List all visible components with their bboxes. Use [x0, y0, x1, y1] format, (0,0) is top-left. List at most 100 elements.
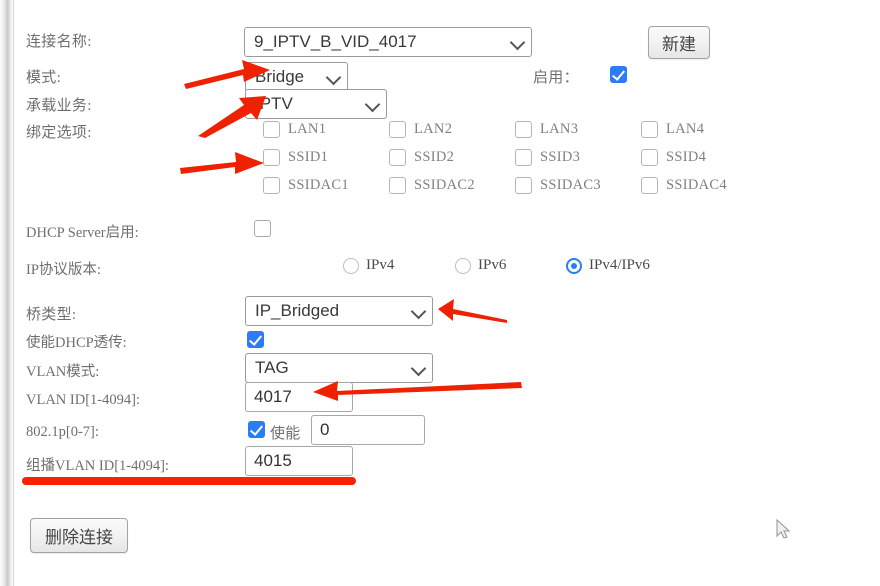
binding-option-lan1[interactable]: LAN1 [263, 121, 389, 138]
lan2-checkbox[interactable] [389, 121, 406, 138]
binding-option-ssid2[interactable]: SSID2 [389, 149, 515, 166]
pointer-arrow-cursor [776, 519, 791, 539]
connection-config-form: 连接名称: 9_IPTV_B_VID_4017 新建 模式: Bridge 启用… [0, 0, 880, 586]
mode-value: Bridge [255, 67, 305, 86]
binding-option-ssidac3[interactable]: SSIDAC3 [515, 177, 641, 194]
dot1p-label: 802.1p[0-7]: [26, 423, 99, 440]
new-connection-button[interactable]: 新建 [648, 26, 710, 59]
ssidac2-checkbox[interactable] [389, 177, 406, 194]
vlan-mode-row: VLAN模式: [26, 358, 99, 382]
chevron-down-icon [412, 361, 426, 375]
ssid4-checkbox[interactable] [641, 149, 658, 166]
dot1p-enable-checkbox[interactable] [248, 421, 265, 438]
dhcp-server-label: DHCP Server启用: [26, 224, 139, 241]
binding-option-label: SSID4 [666, 149, 707, 165]
binding-option-ssid1[interactable]: SSID1 [263, 149, 389, 166]
binding-option-ssid4[interactable]: SSID4 [641, 149, 767, 166]
binding-option-label: SSID2 [414, 149, 455, 165]
mode-select[interactable]: Bridge [245, 62, 348, 92]
ssid2-checkbox[interactable] [389, 149, 406, 166]
ip-version-option-ipv4-ipv6[interactable]: IPv4/IPv6 [566, 257, 650, 274]
ipv4-ipv6-radio[interactable] [566, 257, 582, 274]
dot1p-enable-label-wrap: 使能 [270, 420, 301, 444]
ssid3-checkbox[interactable] [515, 149, 532, 166]
bridge-type-value: IP_Bridged [255, 301, 340, 320]
service-select[interactable]: IPTV [245, 89, 387, 119]
dhcp-server-checkbox[interactable] [254, 220, 271, 237]
annotation-underline-multicast-vlan [22, 477, 356, 485]
ip-version-row: IP协议版本: [26, 256, 101, 280]
ssidac3-checkbox[interactable] [515, 177, 532, 194]
binding-option-label: SSIDAC2 [414, 177, 475, 193]
binding-option-lan3[interactable]: LAN3 [515, 121, 641, 138]
binding-options-row: 绑定选项: [26, 118, 92, 144]
mode-row: 模式: [26, 63, 61, 89]
binding-options-grid: LAN1 LAN2 LAN3 LAN4 SSID1 SSID2 SSID3 SS… [263, 121, 863, 194]
vlan-mode-value: TAG [255, 358, 289, 377]
binding-option-label: SSID3 [540, 149, 581, 165]
binding-options-label: 绑定选项: [26, 124, 92, 141]
ip-version-option-label: IPv6 [478, 257, 507, 273]
lan4-checkbox[interactable] [641, 121, 658, 138]
binding-option-label: LAN2 [414, 121, 453, 137]
ipv6-radio[interactable] [455, 257, 471, 274]
binding-option-ssid3[interactable]: SSID3 [515, 149, 641, 166]
binding-option-label: SSIDAC3 [540, 177, 601, 193]
binding-option-ssidac2[interactable]: SSIDAC2 [389, 177, 515, 194]
lan1-checkbox[interactable] [263, 121, 280, 138]
vlan-mode-label: VLAN模式: [26, 363, 100, 380]
dhcp-server-row: DHCP Server启用: [26, 219, 139, 243]
binding-option-label: SSID1 [288, 149, 329, 165]
lan3-checkbox[interactable] [515, 121, 532, 138]
bridge-type-select[interactable]: IP_Bridged [245, 296, 433, 326]
dhcp-transparent-checkbox[interactable] [247, 331, 264, 348]
delete-connection-button[interactable]: 删除连接 [30, 518, 128, 553]
dhcp-transparent-label: 使能DHCP透传: [26, 334, 127, 351]
binding-option-lan2[interactable]: LAN2 [389, 121, 515, 138]
dot1p-enable-label: 使能 [270, 425, 301, 442]
ssidac1-checkbox[interactable] [263, 177, 280, 194]
chevron-down-icon [511, 35, 525, 49]
vlan-mode-select[interactable]: TAG [245, 353, 433, 383]
multicast-vlan-id-label: 组播VLAN ID[1-4094]: [26, 457, 169, 474]
binding-option-label: SSIDAC1 [288, 177, 349, 193]
dhcp-transparent-row: 使能DHCP透传: [26, 329, 127, 353]
ip-version-option-label: IPv4 [366, 257, 395, 273]
ip-version-option-ipv4[interactable]: IPv4 [343, 257, 394, 274]
connection-name-row: 连接名称: [26, 27, 92, 53]
binding-option-label: LAN4 [666, 121, 705, 137]
delete-connection-button-label: 删除连接 [45, 528, 113, 547]
binding-option-label: LAN1 [288, 121, 327, 137]
multicast-vlan-id-input[interactable] [245, 446, 353, 476]
service-label: 承载业务: [26, 97, 92, 114]
vlan-id-label: VLAN ID[1-4094]: [26, 391, 140, 408]
vlan-id-input[interactable] [245, 382, 353, 412]
enable-checkbox[interactable] [610, 66, 627, 83]
bridge-type-row: 桥类型: [26, 300, 76, 326]
bridge-type-label: 桥类型: [26, 306, 77, 323]
new-connection-button-label: 新建 [662, 35, 696, 54]
chevron-down-icon [327, 70, 341, 84]
enable-row: 启用： [533, 64, 579, 88]
ssidac4-checkbox[interactable] [641, 177, 658, 194]
binding-option-ssidac1[interactable]: SSIDAC1 [263, 177, 389, 194]
binding-option-lan4[interactable]: LAN4 [641, 121, 767, 138]
binding-option-label: SSIDAC4 [666, 177, 727, 193]
binding-option-ssidac4[interactable]: SSIDAC4 [641, 177, 767, 194]
binding-option-label: LAN3 [540, 121, 579, 137]
chevron-down-icon [366, 97, 380, 111]
vlan-id-row: VLAN ID[1-4094]: [26, 388, 140, 412]
ip-version-option-ipv6[interactable]: IPv6 [455, 257, 506, 274]
service-value: IPTV [255, 94, 293, 113]
mode-label: 模式: [26, 69, 62, 86]
chevron-down-icon [412, 304, 426, 318]
dot1p-value-input[interactable] [311, 415, 425, 445]
connection-name-select[interactable]: 9_IPTV_B_VID_4017 [244, 27, 532, 57]
ssid1-checkbox[interactable] [263, 149, 280, 166]
service-row: 承载业务: [26, 91, 92, 117]
dot1p-row: 802.1p[0-7]: [26, 420, 99, 444]
enable-label: 启用： [533, 69, 579, 86]
connection-name-label: 连接名称: [26, 33, 92, 50]
ipv4-radio[interactable] [343, 257, 359, 274]
ip-version-label: IP协议版本: [26, 261, 101, 278]
